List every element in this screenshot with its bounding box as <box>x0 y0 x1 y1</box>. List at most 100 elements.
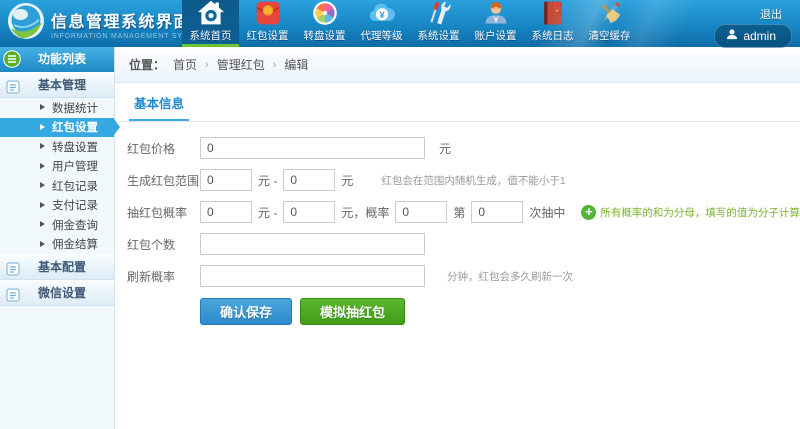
price-input[interactable] <box>200 137 425 159</box>
probability-max-input[interactable] <box>283 201 335 223</box>
probability-mid-label: 元，概率 <box>341 204 389 221</box>
sidebar: 功能列表 基本管理 数据统计 红包设置 转盘设置 用户管理 红包记录 支付记录 <box>0 47 115 429</box>
form-row-count: 红包个数 <box>115 228 800 260</box>
probability-value-input[interactable] <box>395 201 447 223</box>
app-logo: 信息管理系统界面 INFORMATION MANAGEMENT SYSTEM G… <box>0 0 182 47</box>
sidebar-item-commission-query[interactable]: 佣金查询 <box>0 215 114 235</box>
nav-item-wheel-settings[interactable]: 转盘设置 <box>296 0 353 47</box>
range-unit: 元 <box>341 172 353 189</box>
form-row-refresh: 刷新概率 分钟，红包会多久刷新一次 <box>115 260 800 292</box>
nav-label: 红包设置 <box>247 28 289 43</box>
form-actions: 确认保存 模拟抽红包 <box>115 298 800 325</box>
sidebar-item-label: 转盘设置 <box>52 139 98 155</box>
clear-cache-icon <box>596 0 624 27</box>
account-icon <box>482 0 510 27</box>
tab-bar: 基本信息 <box>115 83 800 122</box>
sidebar-item-label: 红包设置 <box>52 119 98 135</box>
breadcrumb-separator: › <box>273 59 277 71</box>
folder-section-icon <box>6 78 20 92</box>
sidebar-panel-title-label: 功能列表 <box>38 52 86 66</box>
save-button[interactable]: 确认保存 <box>200 298 292 325</box>
sidebar-item-data-statistics[interactable]: 数据统计 <box>0 98 114 118</box>
nav-item-system-log[interactable]: 系统日志 <box>524 0 581 47</box>
probability-min-input[interactable] <box>200 201 252 223</box>
range-min-input[interactable] <box>200 169 252 191</box>
count-label: 红包个数 <box>127 236 199 253</box>
admin-user-badge[interactable]: admin <box>714 24 792 48</box>
breadcrumb-separator: › <box>205 59 209 71</box>
probability-ordinal-label: 第 <box>453 204 465 221</box>
nav-label: 系统设置 <box>418 28 460 43</box>
nav-item-system-settings[interactable]: 系统设置 <box>410 0 467 47</box>
range-max-input[interactable] <box>283 169 335 191</box>
sidebar-section-basic-config[interactable]: 基本配置 <box>0 254 114 280</box>
username: admin <box>743 29 776 43</box>
folder-section-icon <box>6 260 20 274</box>
nav-label: 系统日志 <box>532 28 574 43</box>
sidebar-item-label: 支付记录 <box>52 197 98 213</box>
nav-label: 代理等级 <box>361 28 403 43</box>
svg-text:¥: ¥ <box>379 10 385 21</box>
nav-label: 转盘设置 <box>304 28 346 43</box>
nav-label: 账户设置 <box>475 28 517 43</box>
range-hint: 红包会在范围内随机生成，值不能小于1 <box>381 173 565 188</box>
probability-times-input[interactable] <box>471 201 523 223</box>
probability-dash: 元 - <box>258 204 277 221</box>
probability-suffix-label: 次抽中 <box>529 204 565 221</box>
nav-item-home[interactable]: 系统首页 <box>182 0 239 47</box>
add-probability-icon[interactable]: + <box>581 205 596 220</box>
breadcrumb-parent[interactable]: 管理红包 <box>217 56 265 73</box>
nav-item-clear-cache[interactable]: 清空缓存 <box>581 0 638 47</box>
sidebar-item-commission-settlement[interactable]: 佣金结算 <box>0 235 114 255</box>
tab-basic-info[interactable]: 基本信息 <box>129 93 189 121</box>
range-dash: 元 - <box>258 172 277 189</box>
form-row-probability: 抽红包概率 元 - 元，概率 第 次抽中 + 所有概率的和为分母，填写的值为分子… <box>115 196 800 228</box>
wheel-icon <box>311 0 339 27</box>
probability-label: 抽红包概率 <box>127 204 199 221</box>
sidebar-item-red-packet-settings[interactable]: 红包设置 <box>0 118 114 138</box>
sidebar-item-label: 红包记录 <box>52 178 98 194</box>
count-input[interactable] <box>200 233 425 255</box>
function-list-icon <box>3 50 21 68</box>
sidebar-panel-title[interactable]: 功能列表 <box>0 47 114 72</box>
main-content: 位置： 首页 › 管理红包 › 编辑 基本信息 红包价格 元 生成红包范围 元 … <box>115 47 800 429</box>
probability-hint: + 所有概率的和为分母，填写的值为分子计算概率，第几次可以不填 <box>571 205 800 220</box>
range-label: 生成红包范围 <box>127 172 199 189</box>
nav-item-account-settings[interactable]: 账户设置 <box>467 0 524 47</box>
price-unit: 元 <box>439 140 451 157</box>
nav-label: 清空缓存 <box>589 28 631 43</box>
sidebar-item-label: 佣金结算 <box>52 236 98 252</box>
breadcrumb: 位置： 首页 › 管理红包 › 编辑 <box>115 47 800 83</box>
form-row-price: 红包价格 元 <box>115 132 800 164</box>
sidebar-item-wheel-settings[interactable]: 转盘设置 <box>0 137 114 157</box>
sidebar-section-wechat-settings[interactable]: 微信设置 <box>0 280 114 306</box>
sidebar-item-label: 佣金查询 <box>52 217 98 233</box>
sidebar-section-basic-management[interactable]: 基本管理 <box>0 72 114 98</box>
log-book-icon <box>539 0 567 27</box>
sidebar-item-label: 用户管理 <box>52 158 98 174</box>
sidebar-item-user-management[interactable]: 用户管理 <box>0 157 114 177</box>
breadcrumb-prefix: 位置： <box>129 56 165 73</box>
home-icon <box>197 0 225 27</box>
breadcrumb-home[interactable]: 首页 <box>173 56 197 73</box>
sidebar-item-red-packet-records[interactable]: 红包记录 <box>0 176 114 196</box>
section-label: 基本配置 <box>38 260 86 274</box>
nav-item-red-packet-settings[interactable]: 红包设置 <box>239 0 296 47</box>
red-packet-form: 红包价格 元 生成红包范围 元 - 元 红包会在范围内随机生成，值不能小于1 抽… <box>115 122 800 325</box>
logout-link[interactable]: 退出 <box>760 6 782 22</box>
section-label: 基本管理 <box>38 78 86 92</box>
probability-hint-text: 所有概率的和为分母，填写的值为分子计算概率，第几次可以不填 <box>600 205 800 220</box>
price-label: 红包价格 <box>127 140 199 157</box>
nav-item-agent-level[interactable]: ¥ 代理等级 <box>353 0 410 47</box>
agent-level-icon: ¥ <box>368 0 396 27</box>
form-row-range: 生成红包范围 元 - 元 红包会在范围内随机生成，值不能小于1 <box>115 164 800 196</box>
top-header: 信息管理系统界面 INFORMATION MANAGEMENT SYSTEM G… <box>0 0 800 47</box>
sidebar-item-payment-records[interactable]: 支付记录 <box>0 196 114 216</box>
tools-icon <box>425 0 453 27</box>
simulate-draw-button[interactable]: 模拟抽红包 <box>300 298 405 325</box>
sidebar-item-label: 数据统计 <box>52 100 98 116</box>
refresh-input[interactable] <box>200 265 425 287</box>
globe-logo-icon <box>6 1 46 46</box>
refresh-label: 刷新概率 <box>127 268 199 285</box>
folder-section-icon <box>6 286 20 300</box>
